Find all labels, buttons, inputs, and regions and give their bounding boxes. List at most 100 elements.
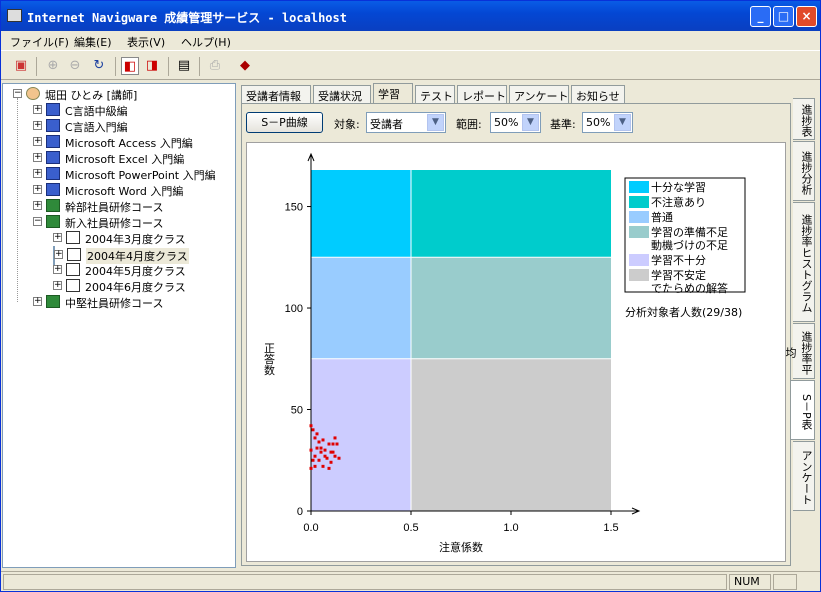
users-icon[interactable]: ▣ xyxy=(12,57,30,75)
person-icon xyxy=(26,87,40,100)
data-point xyxy=(309,466,313,470)
view-b-icon[interactable]: ◨ xyxy=(143,57,161,75)
y-axis-label: 正答数 xyxy=(263,342,276,376)
status-pane xyxy=(773,574,797,590)
minimize-button[interactable]: _ xyxy=(750,6,771,27)
book-icon[interactable]: ◆ xyxy=(236,57,254,75)
computer-icon xyxy=(46,183,60,196)
expand-icon[interactable]: + xyxy=(53,265,62,274)
menu-edit[interactable]: 編集(E) xyxy=(74,34,112,50)
criterion-value: 50% xyxy=(586,116,611,129)
refresh-icon[interactable]: ↻ xyxy=(90,57,108,75)
menu-file[interactable]: ファイル(F) xyxy=(10,34,69,50)
tree-item-label: Microsoft Excel 入門編 xyxy=(65,153,185,166)
side-tab-2[interactable]: 進捗率ヒストグラム xyxy=(793,202,815,322)
data-point xyxy=(317,440,321,444)
data-point xyxy=(333,454,337,458)
splitter[interactable] xyxy=(237,83,240,568)
expand-icon[interactable]: + xyxy=(33,185,42,194)
expand-icon[interactable]: + xyxy=(33,153,42,162)
legend-label: 学習の準備不足 xyxy=(651,225,728,239)
data-point xyxy=(327,442,331,446)
data-point xyxy=(321,464,325,468)
tab-5[interactable]: アンケート xyxy=(509,85,569,103)
chart-region xyxy=(411,358,611,511)
data-point xyxy=(331,442,335,446)
tab-2[interactable]: 学習 xyxy=(373,83,413,103)
menu-bar: ファイル(F) 編集(E) 表示(V) ヘルプ(H) xyxy=(1,31,820,51)
group-icon xyxy=(46,295,60,308)
expand-icon[interactable]: + xyxy=(54,250,63,259)
group-icon xyxy=(46,215,60,228)
tab-3[interactable]: テスト xyxy=(415,85,455,103)
chevron-down-icon[interactable]: ▼ xyxy=(427,114,444,131)
expand-icon[interactable]: + xyxy=(33,169,42,178)
close-button[interactable]: × xyxy=(796,6,817,27)
maximize-button[interactable]: □ xyxy=(773,6,794,27)
tree-item-label: Microsoft Access 入門編 xyxy=(65,137,193,150)
data-point xyxy=(313,454,317,458)
side-tab-0[interactable]: 進捗表 xyxy=(793,98,815,140)
zoom-in-icon[interactable]: ⊕ xyxy=(44,57,62,75)
side-tab-5[interactable]: アンケート xyxy=(793,441,815,511)
data-point xyxy=(315,446,319,450)
x-tick-label: 0.5 xyxy=(403,522,418,534)
menu-help[interactable]: ヘルプ(H) xyxy=(181,34,231,50)
data-point xyxy=(319,446,323,450)
expand-icon[interactable]: + xyxy=(53,233,62,242)
class-icon xyxy=(66,231,80,244)
chart-region xyxy=(311,358,411,511)
target-label: 対象: xyxy=(334,118,360,131)
sp-chart-svg: 0.0 0.5 1.0 1.5 0 50 100 150 注意係数 正答数 十分な学習不注意あり普通… xyxy=(263,152,746,554)
computer-icon xyxy=(46,103,60,116)
expand-icon[interactable]: + xyxy=(33,297,42,306)
analysis-count-note: 分析対象者人数(29/38) xyxy=(625,305,742,319)
tab-4[interactable]: レポート xyxy=(457,85,507,103)
toolbar: ▣ ⊕ ⊖ ↻ ◧ ◨ ▤ ⎙ ◆ xyxy=(1,52,820,80)
tab-content: S－P曲線 対象: 受講者 ▼ 範囲: 50% ▼ 基準: 50% ▼ 0.0 0… xyxy=(241,103,791,566)
chart-region xyxy=(311,257,411,359)
tree-item-label: C言語入門編 xyxy=(65,121,128,134)
data-point xyxy=(317,458,321,462)
criterion-select[interactable]: 50% ▼ xyxy=(582,112,633,133)
tree-line xyxy=(17,98,18,302)
collapse-icon[interactable]: − xyxy=(33,217,42,226)
data-point xyxy=(313,464,317,468)
print-icon[interactable]: ⎙ xyxy=(206,57,224,75)
title-bar[interactable]: Internet Navigware 成績管理サービス - localhost … xyxy=(1,1,820,31)
view-a-icon[interactable]: ◧ xyxy=(121,57,139,75)
range-select[interactable]: 50% ▼ xyxy=(490,112,541,133)
menu-view[interactable]: 表示(V) xyxy=(127,34,165,50)
tree-item-label: 2004年5月度クラス xyxy=(85,265,186,278)
expand-icon[interactable]: + xyxy=(53,281,62,290)
sp-curve-button[interactable]: S－P曲線 xyxy=(246,112,323,133)
range-value: 50% xyxy=(494,116,519,129)
legend-label: 普通 xyxy=(651,210,673,224)
side-tab-1[interactable]: 進捗分析 xyxy=(793,141,815,201)
expand-icon[interactable]: + xyxy=(33,201,42,210)
y-tick-label: 50 xyxy=(291,405,303,417)
tree-item-label: 2004年4月度クラス xyxy=(86,248,189,264)
data-point xyxy=(313,436,317,440)
preview-icon[interactable]: ▤ xyxy=(175,57,193,75)
tab-6[interactable]: お知らせ xyxy=(571,85,625,103)
data-point xyxy=(325,456,329,460)
data-point xyxy=(329,460,333,464)
computer-icon xyxy=(46,151,60,164)
expand-icon[interactable]: + xyxy=(33,137,42,146)
expand-icon[interactable]: + xyxy=(33,105,42,114)
tree-item-label: 2004年6月度クラス xyxy=(85,281,186,294)
course-tree[interactable]: − 堀田 ひとみ [講師] + C言語中級編 + C言語入門編 + Microsoft Acc… xyxy=(2,83,236,568)
chevron-down-icon[interactable]: ▼ xyxy=(614,114,631,131)
side-tab-3[interactable]: 進捗率平均 xyxy=(784,323,815,379)
tab-0[interactable]: 受講者情報 xyxy=(241,85,311,103)
side-tab-4[interactable]: S－P表 xyxy=(791,380,815,440)
chevron-down-icon[interactable]: ▼ xyxy=(522,114,539,131)
collapse-icon[interactable]: − xyxy=(13,89,22,98)
expand-icon[interactable]: + xyxy=(33,121,42,130)
legend-swatch xyxy=(629,211,649,223)
zoom-out-icon[interactable]: ⊖ xyxy=(66,57,84,75)
range-label: 範囲: xyxy=(456,118,482,131)
tab-1[interactable]: 受講状況 xyxy=(313,85,371,103)
target-select[interactable]: 受講者 ▼ xyxy=(366,112,446,133)
